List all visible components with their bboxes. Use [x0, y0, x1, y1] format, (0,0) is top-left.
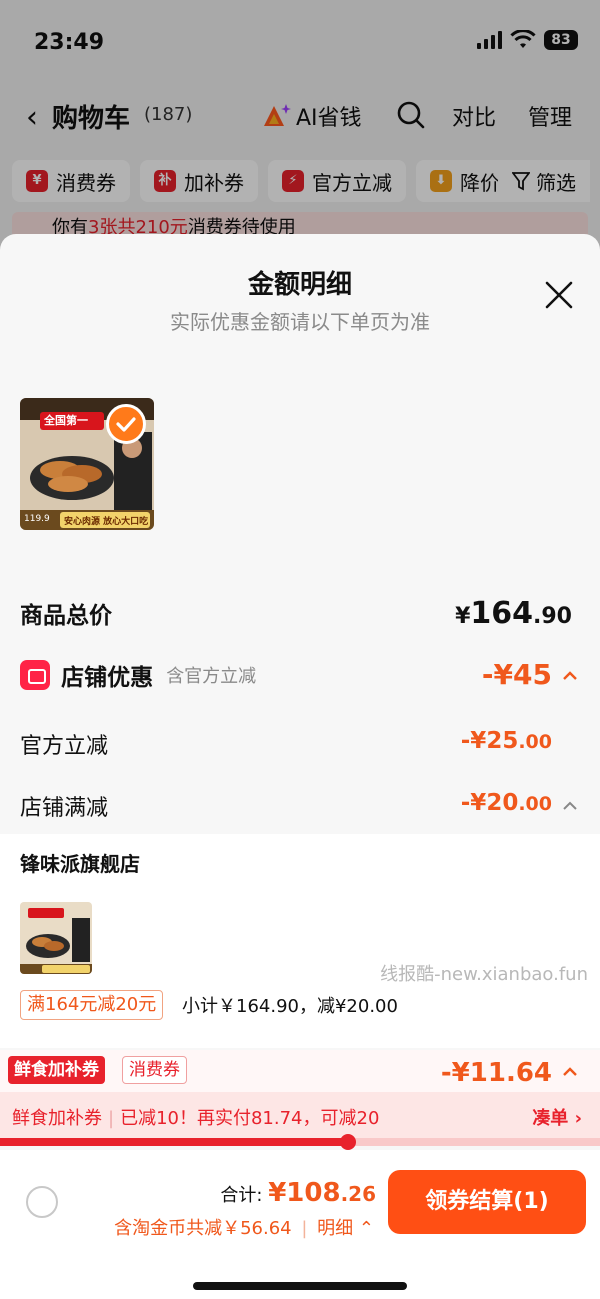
currency-symbol: ¥	[455, 604, 471, 629]
selected-check-icon[interactable]	[106, 404, 146, 444]
official-amount-int: -¥25	[460, 728, 519, 754]
store-discount-note: 含官方立减	[166, 666, 257, 687]
close-icon[interactable]	[544, 280, 574, 310]
thumb-price: 119.9	[24, 514, 50, 524]
amount-detail-sheet: 金额明细 实际优惠金额请以下单页为准 全国第一 119.9 安心肉源 放心大口吃…	[0, 234, 600, 1299]
sausage-product-picture	[20, 902, 92, 974]
store-discount-amount: -¥45	[481, 658, 552, 691]
home-indicator	[193, 1282, 407, 1290]
store-section: 锋味派旗舰店 线报酷-new.xianbao.fun 满164元减20元 小计￥…	[0, 834, 600, 1048]
chevron-up-icon[interactable]	[562, 798, 578, 814]
store-product-image[interactable]	[20, 902, 92, 974]
store-discount-label: 店铺优惠	[61, 665, 154, 691]
official-discount-amount: -¥25.00	[461, 728, 552, 754]
promo-tag: 满164元减20元	[20, 990, 164, 1020]
total-dec: .90	[533, 604, 572, 629]
watermark: 线报酷-new.xianbao.fun	[380, 964, 588, 985]
total-int: 164	[470, 596, 534, 631]
detail-link[interactable]: 明细	[317, 1218, 353, 1239]
progress-knob	[340, 1134, 356, 1150]
topup-text: 鲜食加补券 | 已减10！再实付81.74，可减20	[12, 1108, 380, 1129]
grand-total: 合计: ¥108.26	[220, 1178, 376, 1208]
total-amount-dec: .26	[340, 1182, 376, 1206]
threshold-discount-amount: -¥20.00	[461, 790, 552, 816]
store-subtotal: 小计￥164.90，减¥20.00	[182, 996, 398, 1017]
savings-line[interactable]: 含淘金币共减￥56.64 | 明细 ⌃	[114, 1214, 374, 1240]
checkout-footer: 合计: ¥108.26 含淘金币共减￥56.64 | 明细 ⌃ 领券结算(1)	[0, 1150, 600, 1299]
thumb-caption: 安心肉源 放心大口吃	[64, 517, 149, 527]
total-label: 合计:	[220, 1185, 263, 1206]
official-discount-label: 官方立减	[20, 734, 109, 759]
threshold-discount-label: 店铺满减	[20, 796, 109, 821]
total-amount-int: ¥108	[268, 1178, 341, 1208]
subsidy-progress-bar	[0, 1134, 600, 1150]
bonus-coupon-row[interactable]: 鲜食加补券 消费券 -¥11.64	[0, 1050, 600, 1094]
add-items-link[interactable]: 凑单 ›	[532, 1104, 582, 1130]
topup-tag: 鲜食加补券	[12, 1108, 102, 1129]
sheet-title: 金额明细	[247, 270, 352, 300]
fresh-subsidy-tag: 鲜食加补券	[8, 1056, 105, 1084]
threshold-amount-dec: .00	[518, 793, 552, 815]
topup-message: 已减10！再实付81.74，可减20	[120, 1108, 380, 1129]
store-name[interactable]: 锋味派旗舰店	[20, 848, 140, 877]
chevron-up-icon[interactable]	[562, 1064, 578, 1080]
goods-total-label: 商品总价	[20, 603, 112, 629]
sheet-subtitle: 实际优惠金额请以下单页为准	[170, 310, 430, 334]
select-all-radio[interactable]	[26, 1186, 58, 1218]
official-amount-dec: .00	[518, 731, 552, 753]
threshold-amount-int: -¥20	[460, 790, 519, 816]
consumer-coupon-tag: 消费券	[122, 1056, 187, 1084]
thumb-headline: 全国第一	[44, 414, 88, 427]
bonus-amount: -¥11.64	[440, 1058, 552, 1088]
chevron-up-icon[interactable]	[562, 668, 578, 684]
store-icon	[20, 660, 50, 690]
savings-text: 含淘金币共减￥56.64	[114, 1218, 292, 1239]
total-amount: ¥108.26	[268, 1178, 376, 1208]
checkout-button[interactable]: 领券结算(1)	[388, 1170, 586, 1234]
chevron-up-icon: ⌃	[358, 1218, 374, 1239]
progress-fill	[0, 1138, 348, 1146]
topup-banner[interactable]: 鲜食加补券 | 已减10！再实付81.74，可减20 凑单 ›	[0, 1092, 600, 1138]
goods-total-price: ¥164.90	[455, 596, 572, 631]
